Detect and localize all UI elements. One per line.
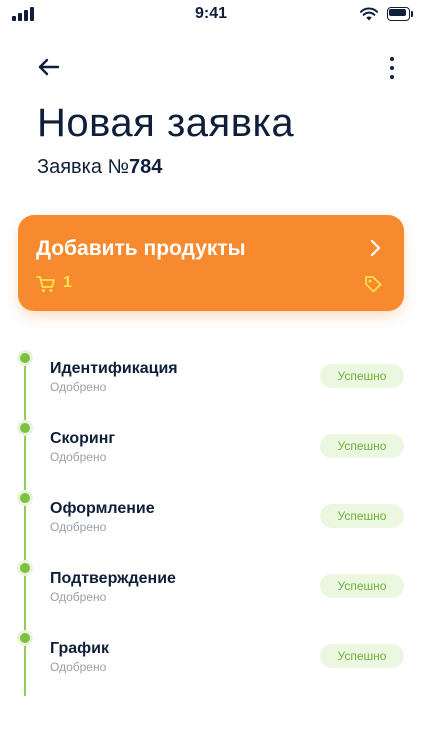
wifi-icon [360,7,378,21]
status-badge: Успешно [320,434,404,458]
step-dot [17,630,33,646]
add-products-card[interactable]: Добавить продукты 1 [18,215,404,311]
step-dot [17,560,33,576]
step-title: Оформление [50,500,155,517]
cart-count: 1 [63,274,72,291]
step-title: Скоринг [50,430,116,447]
step-item: Подтверждение Одобрено Успешно [0,560,422,616]
status-badge: Успешно [320,574,404,598]
step-subtitle: Одобрено [50,520,107,534]
order-prefix: Заявка № [37,156,129,178]
back-arrow-icon[interactable] [34,54,64,80]
step-subtitle: Одобрено [50,380,107,394]
status-bar: 9:41 [0,0,422,30]
tag-icon [365,276,382,293]
more-vertical-icon[interactable] [382,54,402,82]
step-title: Подтверждение [50,570,176,587]
step-item: Скоринг Одобрено Успешно [0,420,422,476]
status-badge: Успешно [320,644,404,668]
cart-icon [36,276,55,292]
step-item: График Одобрено Успешно [0,630,422,686]
step-dot [17,350,33,366]
step-dot [17,490,33,506]
battery-icon [387,7,413,21]
status-time: 9:41 [194,5,228,22]
step-title: График [50,640,109,657]
step-subtitle: Одобрено [50,450,107,464]
order-number-value: 784 [128,156,163,178]
step-subtitle: Одобрено [50,590,107,604]
order-number: Заявка №784 [37,155,162,179]
step-title: Идентификация [50,360,178,377]
status-badge: Успешно [320,364,404,388]
step-item: Оформление Одобрено Успешно [0,490,422,546]
step-item: Идентификация Одобрено Успешно [0,350,422,406]
chevron-right-icon [370,239,381,257]
step-subtitle: Одобрено [50,660,107,674]
add-products-title: Добавить продукты [36,237,246,260]
page-title: Новая заявка [37,101,295,145]
status-badge: Успешно [320,504,404,528]
step-dot [17,420,33,436]
